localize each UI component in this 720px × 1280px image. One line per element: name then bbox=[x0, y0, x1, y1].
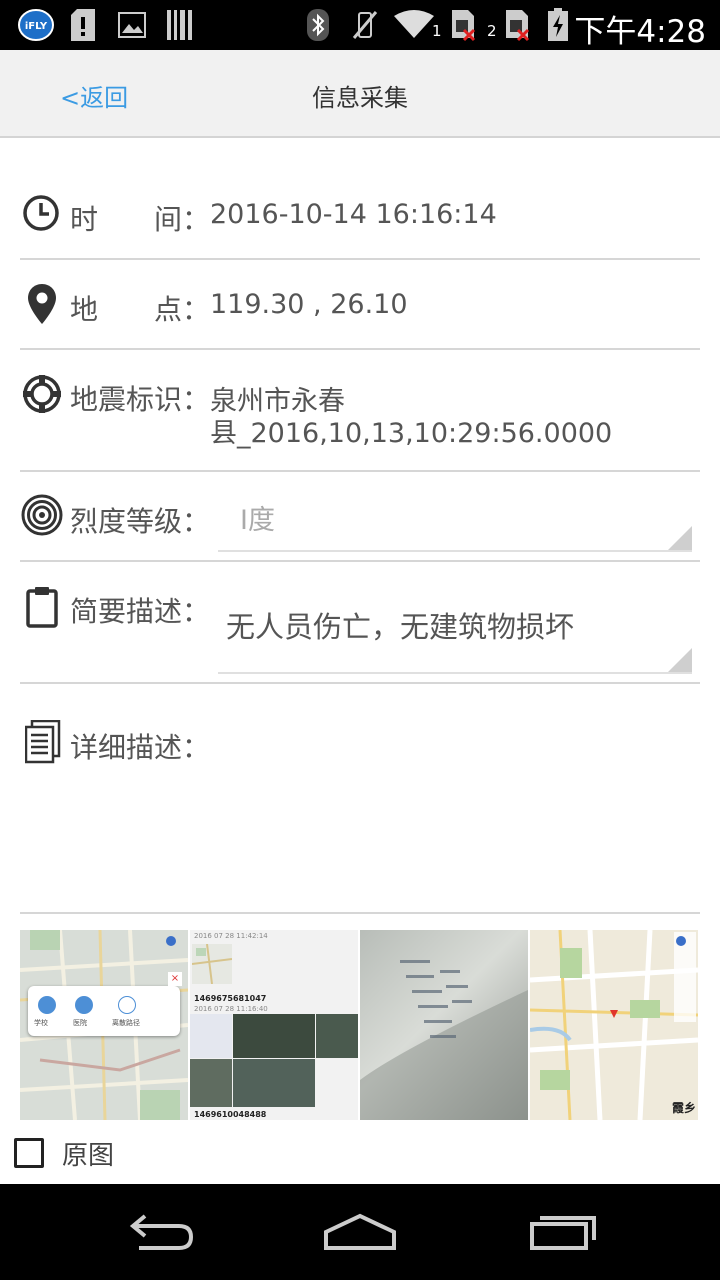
sim2-label: 2 bbox=[487, 22, 497, 40]
time-label-a: 时 bbox=[70, 203, 99, 236]
page-title: 信息采集 bbox=[312, 84, 408, 112]
map-corner-text: 霞乡 bbox=[671, 1101, 696, 1115]
document-icon bbox=[24, 719, 61, 768]
brief-value: 无人员伤亡，无建筑物损坏 bbox=[226, 610, 575, 644]
gallery-map-mini bbox=[192, 944, 232, 984]
hospital-icon bbox=[75, 996, 93, 1014]
path-icon bbox=[118, 996, 136, 1014]
status-time: 下午4:28 bbox=[574, 14, 706, 50]
system-navigation-bar bbox=[0, 1184, 720, 1280]
gallery-id-2: 1469610048488 bbox=[194, 1110, 267, 1119]
time-row: 时 间： 2016-10-14 16:16:14 bbox=[20, 170, 700, 260]
intensity-value: Ⅰ度 bbox=[240, 505, 275, 536]
intensity-label: 烈度等级： bbox=[70, 505, 211, 538]
photo-thumbnails: 学校 医院 离散路径 × 2016 07 28 11:42:14 1469675… bbox=[20, 930, 700, 1120]
thumbnail-photo[interactable] bbox=[360, 930, 528, 1120]
map-popup: 学校 医院 离散路径 × bbox=[28, 972, 182, 1036]
input-corner-icon bbox=[668, 648, 692, 672]
system-back-button[interactable] bbox=[120, 1204, 200, 1260]
wifi-icon bbox=[394, 8, 434, 42]
gallery-photo-tile-2 bbox=[316, 1014, 358, 1058]
gallery-id-1: 1469675681047 bbox=[194, 994, 267, 1003]
brief-input[interactable]: 无人员伤亡，无建筑物损坏 bbox=[218, 562, 692, 674]
quake-id-row: 地震标识： 泉州市永春 县_2016,10,13,10:29:56.0000 bbox=[20, 350, 700, 472]
original-image-option[interactable]: 原图 bbox=[14, 1135, 114, 1171]
original-image-label: 原图 bbox=[62, 1140, 115, 1171]
status-bar: iFLY 1 2 下午4:28 bbox=[0, 0, 720, 50]
popup-label-school: 学校 bbox=[34, 1019, 48, 1027]
dropdown-triangle-icon bbox=[668, 526, 692, 550]
original-image-checkbox[interactable] bbox=[14, 1138, 44, 1168]
popup-label-path: 离散路径 bbox=[112, 1019, 140, 1027]
gallery-date-2: 2016 07 28 11:16:40 bbox=[194, 1005, 268, 1013]
brief-underline bbox=[218, 672, 692, 674]
crosshair-icon bbox=[22, 374, 62, 418]
intensity-underline bbox=[218, 550, 692, 552]
ifly-app-icon: iFLY bbox=[16, 8, 56, 42]
brief-row: 简要描述： 无人员伤亡，无建筑物损坏 bbox=[20, 562, 700, 684]
detail-row: 详细描述： bbox=[20, 684, 700, 914]
location-row: 地 点： 119.30 , 26.10 bbox=[20, 260, 700, 350]
thumbnail-map-1[interactable]: 学校 医院 离散路径 × bbox=[20, 930, 188, 1120]
time-label-b: 间： bbox=[154, 203, 211, 236]
thumbnail-map-2[interactable]: 霞乡 bbox=[530, 930, 698, 1120]
location-pin-icon bbox=[26, 282, 58, 330]
recents-icon bbox=[530, 1216, 596, 1250]
intensity-select[interactable]: Ⅰ度 bbox=[218, 472, 692, 552]
system-recents-button[interactable] bbox=[520, 1204, 600, 1260]
sim1-no-service-icon bbox=[448, 8, 478, 42]
detail-label: 详细描述： bbox=[70, 731, 211, 764]
intensity-row: 烈度等级： Ⅰ度 bbox=[20, 472, 700, 562]
system-home-button[interactable] bbox=[320, 1204, 400, 1260]
battery-charging-icon bbox=[546, 8, 570, 42]
gallery-date-1: 2016 07 28 11:42:14 bbox=[194, 932, 268, 940]
barcode-icon bbox=[166, 8, 194, 42]
home-icon bbox=[324, 1213, 396, 1250]
gallery-photo-tile-4 bbox=[233, 1059, 315, 1107]
location-label-b: 点： bbox=[154, 293, 211, 326]
sd-card-icon bbox=[70, 8, 96, 42]
time-value: 2016-10-14 16:16:14 bbox=[210, 199, 497, 230]
detail-input[interactable] bbox=[218, 714, 692, 894]
location-value: 119.30 , 26.10 bbox=[210, 289, 408, 320]
concentric-circles-icon bbox=[21, 494, 63, 540]
school-icon bbox=[38, 996, 56, 1014]
brief-label: 简要描述： bbox=[70, 595, 211, 628]
sim1-label: 1 bbox=[432, 22, 442, 40]
popup-label-hospital: 医院 bbox=[73, 1019, 87, 1027]
sim2-no-service-icon bbox=[502, 8, 532, 42]
back-arrow-icon bbox=[129, 1214, 194, 1250]
gallery-photo-tile-3 bbox=[190, 1059, 232, 1107]
popup-close-icon: × bbox=[168, 972, 182, 986]
thumbnail-gallery[interactable]: 2016 07 28 11:42:14 1469675681047 2016 0… bbox=[190, 930, 358, 1120]
bluetooth-icon bbox=[306, 8, 330, 42]
image-icon bbox=[118, 8, 146, 42]
svg-text:iFLY: iFLY bbox=[25, 21, 48, 32]
quake-id-value-line2: 县_2016,10,13,10:29:56.0000 bbox=[210, 418, 613, 449]
quake-id-label: 地震标识： bbox=[70, 383, 211, 416]
gallery-photo-tile-1 bbox=[233, 1014, 315, 1058]
vibrate-off-icon bbox=[350, 8, 380, 42]
clock-icon bbox=[22, 194, 60, 236]
clipboard-icon bbox=[26, 586, 58, 632]
gallery-map-tile bbox=[190, 1014, 232, 1058]
location-label-a: 地 bbox=[70, 293, 99, 326]
top-navigation-bar: <返回 信息采集 bbox=[0, 50, 720, 138]
